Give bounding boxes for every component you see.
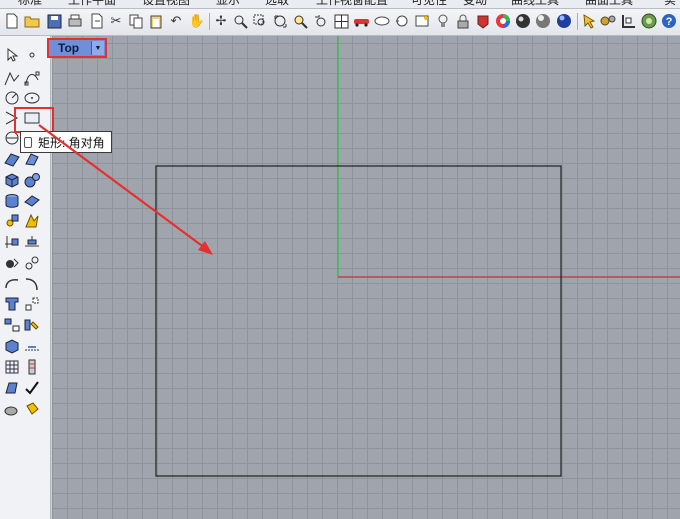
annotation-arrow	[38, 124, 213, 255]
